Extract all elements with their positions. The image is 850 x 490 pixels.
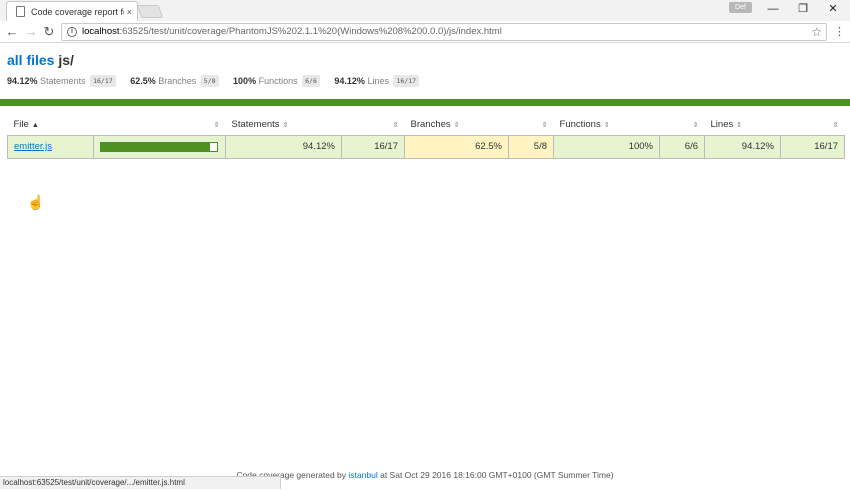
sort-icon: ⇕ (603, 122, 610, 130)
file-column-header[interactable]: File ▲ ⇕ (7, 115, 226, 136)
sort-icon: ⇕ (541, 122, 548, 129)
branches-column-header[interactable]: Branches ⇕ ⇕ (404, 115, 554, 136)
lines-fraction: 16/17 (780, 134, 846, 159)
istanbul-link[interactable]: istanbul (348, 470, 377, 480)
address-bar[interactable]: i localhost:63525/test/unit/coverage/Pha… (61, 23, 827, 41)
functions-pct: 100% (553, 134, 661, 159)
user-profile-chip[interactable]: Def (729, 2, 752, 13)
bookmark-star-icon[interactable]: ☆ (811, 24, 822, 40)
statements-column-header[interactable]: Statements ⇕ ⇕ (225, 115, 405, 136)
current-dir: js/ (58, 52, 74, 68)
functions-column-header[interactable]: Functions ⇕ ⇕ (553, 115, 705, 136)
summary-functions: 100% Functions 6/6 (233, 75, 320, 87)
branches-fraction: 5/8 (507, 134, 555, 159)
browser-titlebar: Code coverage report fo × Def — ❐ ✕ (0, 0, 850, 21)
info-icon[interactable]: i (67, 27, 77, 37)
branches-pct: 62.5% (404, 134, 509, 159)
coverage-bar-cell (93, 134, 226, 159)
close-window-button[interactable]: ✕ (818, 0, 848, 18)
minimize-button[interactable]: — (758, 0, 788, 18)
coverage-bar (100, 141, 218, 152)
forward-arrow-icon[interactable]: → (22, 23, 40, 41)
browser-toolbar: ← → ↻ i localhost:63525/test/unit/covera… (0, 21, 850, 43)
sort-icon: ⇕ (832, 122, 839, 129)
sort-icon: ⇕ (213, 122, 220, 129)
sort-icon: ⇕ (282, 122, 289, 130)
statements-pct: 94.12% (225, 134, 342, 159)
page-icon (16, 6, 25, 17)
table-row: emitter.js 94.12% 16/17 62.5% 5/8 100% 6… (7, 134, 846, 159)
coverage-table: File ▲ ⇕ Statements ⇕ ⇕ Branches ⇕ ⇕ Functi… (7, 115, 846, 159)
coverage-bar-fill (101, 142, 211, 151)
url-text[interactable]: localhost:63525/test/unit/coverage/Phant… (82, 24, 502, 40)
sort-ascending-icon: ▲ (31, 122, 39, 130)
new-tab-button[interactable] (136, 5, 164, 18)
sort-icon: ⇕ (692, 122, 699, 129)
coverage-page: all files js/ 94.12% Statements 16/17 62… (0, 44, 850, 490)
summary-branches: 62.5% Branches 5/8 (130, 75, 219, 87)
lines-pct: 94.12% (704, 134, 782, 159)
sort-icon: ⇕ (453, 122, 460, 130)
restore-button[interactable]: ❐ (788, 0, 818, 18)
breadcrumb: all files js/ (7, 52, 74, 68)
summary-statements: 94.12% Statements 16/17 (7, 75, 116, 87)
functions-fraction: 6/6 (659, 134, 706, 159)
coverage-status-line (0, 99, 850, 106)
browser-menu-icon[interactable]: ⋮ (834, 23, 845, 41)
browser-tab[interactable]: Code coverage report fo × (6, 1, 138, 21)
back-arrow-icon[interactable]: ← (3, 23, 21, 41)
all-files-link[interactable]: all files (7, 52, 54, 68)
lines-column-header[interactable]: Lines ⇕ ⇕ (704, 115, 845, 136)
sort-icon: ⇕ (736, 122, 743, 130)
tab-title: Code coverage report fo (31, 6, 124, 17)
summary-lines: 94.12% Lines 16/17 (334, 75, 420, 87)
coverage-summary: 94.12% Statements 16/17 62.5% Branches 5… (7, 75, 431, 87)
close-tab-icon[interactable]: × (127, 7, 132, 17)
browser-status-bar: localhost:63525/test/unit/coverage/.../e… (0, 476, 281, 489)
sort-icon: ⇕ (392, 122, 399, 129)
statements-fraction: 16/17 (341, 134, 405, 159)
file-cell: emitter.js (7, 134, 94, 159)
hand-cursor-icon: ☝ (27, 194, 45, 210)
file-link[interactable]: emitter.js (14, 141, 52, 152)
reload-icon[interactable]: ↻ (40, 23, 58, 41)
